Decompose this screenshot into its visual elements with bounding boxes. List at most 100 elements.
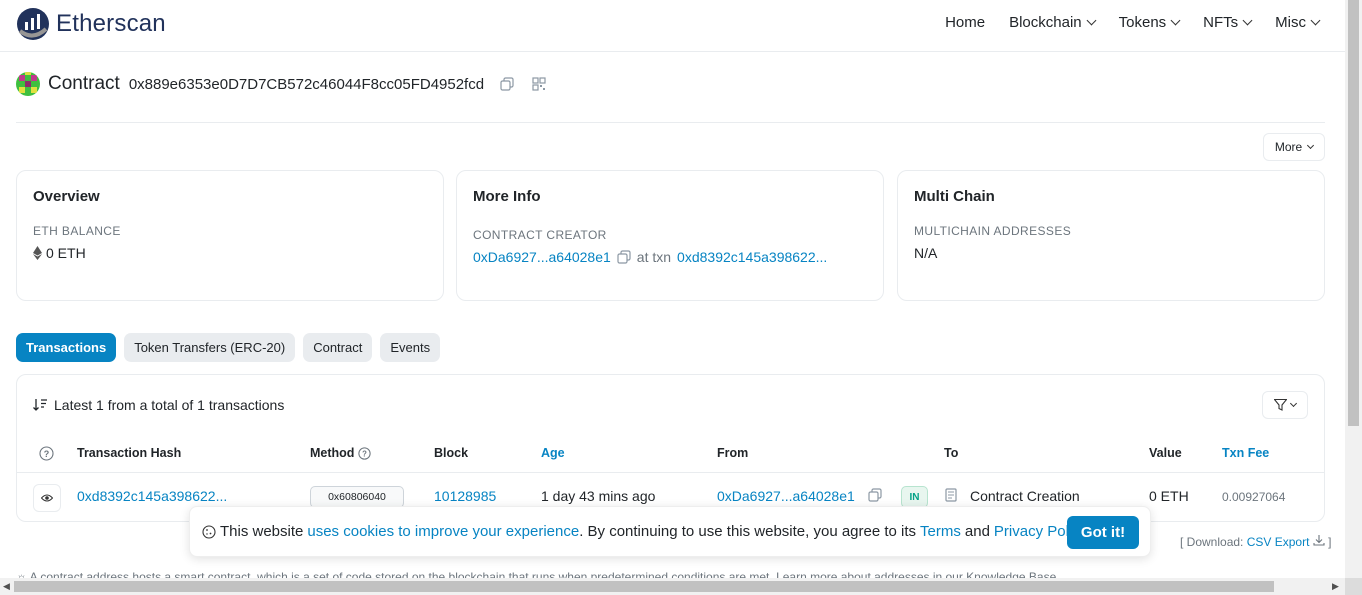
etherscan-logo-icon <box>17 8 49 40</box>
table-header: ? Transaction Hash Method ? Block Age Fr… <box>17 435 1324 473</box>
overview-card: Overview ETH BALANCE 0 ETH <box>16 170 444 301</box>
cookie-and: and <box>964 523 990 540</box>
horizontal-scroll-thumb[interactable] <box>14 581 1274 592</box>
nav-nfts-label: NFTs <box>1203 14 1239 31</box>
eye-icon <box>41 494 53 502</box>
more-info-card: More Info CONTRACT CREATOR 0xDa6927...a6… <box>456 170 884 301</box>
txn-hash-link[interactable]: 0xd8392c145a398622... <box>77 488 227 504</box>
multichain-addresses-caption: MULTICHAIN ADDRESSES <box>914 224 1072 238</box>
multi-chain-title: Multi Chain <box>914 188 995 205</box>
qr-code-icon[interactable] <box>530 75 548 93</box>
creator-address-link[interactable]: 0xDa6927...a64028e1 <box>473 249 611 265</box>
page-title: Contract <box>48 73 120 94</box>
chevron-down-icon <box>1310 15 1321 26</box>
nav-tokens-label: Tokens <box>1118 14 1167 31</box>
nav-misc[interactable]: Misc <box>1263 14 1331 31</box>
col-value: Value <box>1149 446 1182 460</box>
multi-chain-card: Multi Chain MULTICHAIN ADDRESSES N/A <box>897 170 1325 301</box>
vertical-scrollbar[interactable] <box>1345 0 1362 578</box>
tab-contract[interactable]: Contract <box>303 333 373 362</box>
copy-icon[interactable] <box>617 250 631 264</box>
multichain-addresses-value: N/A <box>914 245 938 261</box>
to-contract-creation: Contract Creation <box>970 488 1080 504</box>
got-it-button[interactable]: Got it! <box>1067 516 1139 549</box>
nav-home-label: Home <box>945 14 986 31</box>
contract-address: 0x889e6353e0D7D7CB572c46044F8cc05FD4952f… <box>128 75 485 93</box>
download-prefix: [ Download: <box>1180 535 1244 549</box>
info-question-icon[interactable]: ? <box>358 446 372 460</box>
cookie-text: This website uses cookies to improve you… <box>202 523 1091 540</box>
address-identicon-icon <box>16 72 40 96</box>
txn-fee: 0.00927064 <box>1222 490 1286 504</box>
tab-transactions[interactable]: Transactions <box>16 333 117 362</box>
cookie-text-2: . By continuing to use this website, you… <box>579 523 917 540</box>
eth-balance-caption: ETH BALANCE <box>33 224 121 238</box>
cookie-text-1: This website <box>220 523 304 540</box>
svg-text:?: ? <box>44 449 50 459</box>
nav-tokens[interactable]: Tokens <box>1107 14 1192 31</box>
cookie-policy-link[interactable]: uses cookies to improve your experience <box>307 523 579 540</box>
eye-preview-button[interactable] <box>33 484 61 512</box>
etherscan-logo[interactable]: Etherscan <box>16 7 166 41</box>
col-block: Block <box>434 446 469 460</box>
address-tabs: Transactions Token Transfers (ERC-20) Co… <box>16 333 441 362</box>
chevron-down-icon <box>1289 399 1298 407</box>
scroll-right-arrow-icon[interactable]: ▶ <box>1332 581 1339 592</box>
cookie-banner: This website uses cookies to improve you… <box>189 506 1151 557</box>
creation-txn-link[interactable]: 0xd8392c145a398622... <box>677 249 827 265</box>
chevron-down-icon <box>1086 15 1097 26</box>
copy-icon[interactable] <box>498 75 516 93</box>
download-icon <box>1313 535 1325 546</box>
contract-title-row: Contract 0x889e6353e0D7D7CB572c46044F8cc… <box>16 72 548 96</box>
direction-in-badge: IN <box>901 486 928 508</box>
horizontal-scrollbar[interactable]: ◀ ▶ <box>0 578 1345 595</box>
nav-blockchain[interactable]: Blockchain <box>997 14 1107 31</box>
col-txn-fee-toggle[interactable]: Txn Fee <box>1222 446 1269 460</box>
scrollbar-corner <box>1345 578 1362 595</box>
title-divider <box>16 122 1325 123</box>
svg-text:?: ? <box>363 449 368 458</box>
download-suffix: ] <box>1328 535 1332 549</box>
footnote-text: A contract address hosts a smart contrac… <box>29 570 1060 578</box>
more-info-title: More Info <box>473 188 541 205</box>
tab-token-transfers[interactable]: Token Transfers (ERC-20) <box>124 333 296 362</box>
chevron-down-icon <box>1242 15 1253 26</box>
contract-creator-row: 0xDa6927...a64028e1 at txn 0xd8392c145a3… <box>473 249 827 265</box>
logo-text: Etherscan <box>56 10 166 37</box>
nav-nfts[interactable]: NFTs <box>1191 14 1263 31</box>
txn-age: 1 day 43 mins ago <box>541 488 656 504</box>
main-nav: Home Blockchain Tokens NFTs Misc <box>933 14 1331 31</box>
vertical-scroll-thumb[interactable] <box>1348 0 1359 426</box>
lightbulb-icon: ☼ <box>16 570 27 578</box>
col-from: From <box>717 446 749 460</box>
scroll-left-arrow-icon[interactable]: ◀ <box>3 581 10 592</box>
chevron-down-icon <box>1170 15 1181 26</box>
copy-icon[interactable] <box>868 488 882 505</box>
ethereum-icon <box>33 246 42 260</box>
block-link[interactable]: 10128985 <box>434 488 496 504</box>
overview-title: Overview <box>33 188 100 205</box>
eth-balance-amount: 0 ETH <box>46 245 86 261</box>
col-age-toggle[interactable]: Age <box>541 446 565 460</box>
sort-descending-icon <box>33 399 47 411</box>
nav-home[interactable]: Home <box>933 14 997 31</box>
filter-icon <box>1274 399 1287 411</box>
more-dropdown-button[interactable]: More <box>1263 133 1325 161</box>
from-address-link[interactable]: 0xDa6927...a64028e1 <box>717 488 855 504</box>
terms-link[interactable]: Terms <box>920 523 961 540</box>
transactions-panel: Latest 1 from a total of 1 transactions … <box>16 374 1325 522</box>
transactions-summary: Latest 1 from a total of 1 transactions <box>33 397 284 413</box>
transactions-summary-text: Latest 1 from a total of 1 transactions <box>54 397 285 413</box>
chevron-down-icon <box>1307 141 1315 149</box>
col-to: To <box>944 446 959 460</box>
txn-value: 0 ETH <box>1149 488 1189 504</box>
cookie-icon <box>202 524 216 539</box>
csv-export-link[interactable]: CSV Export <box>1247 535 1310 549</box>
help-icon[interactable]: ? <box>39 446 54 464</box>
filter-button[interactable] <box>1262 391 1308 419</box>
contract-file-icon <box>944 488 958 505</box>
contract-creator-caption: CONTRACT CREATOR <box>473 228 607 242</box>
at-txn-text: at txn <box>636 249 672 265</box>
nav-blockchain-label: Blockchain <box>1009 14 1082 31</box>
tab-events[interactable]: Events <box>380 333 441 362</box>
